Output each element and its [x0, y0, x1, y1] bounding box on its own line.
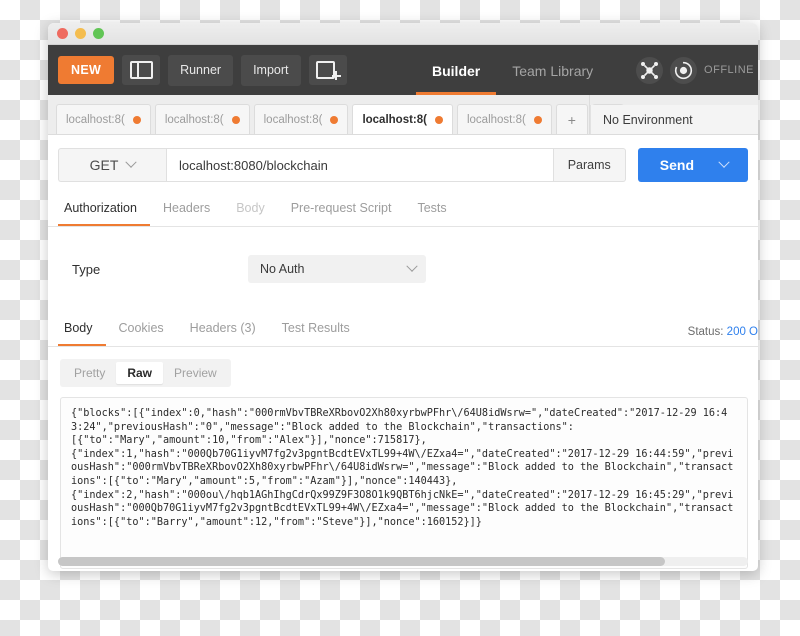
tab-tests[interactable]: Tests	[404, 193, 459, 226]
request-tab-2[interactable]: localhost:8(	[154, 104, 250, 134]
unsaved-dot-icon	[231, 115, 240, 124]
sidebar-icon	[129, 61, 153, 79]
horizontal-scrollbar[interactable]	[58, 557, 748, 566]
auth-type-select[interactable]: No Auth	[248, 255, 426, 283]
request-tab-1[interactable]: localhost:8(	[56, 104, 151, 134]
close-window-button[interactable]	[57, 28, 68, 39]
status-code-value: 200 O	[726, 326, 758, 338]
response-tabs: Body Cookies Headers (3) Test Results St…	[48, 313, 758, 347]
request-detail-tabs: Authorization Headers Body Pre-request S…	[48, 193, 758, 227]
tab-body[interactable]: Body	[223, 193, 278, 226]
unsaved-dot-icon	[533, 115, 542, 124]
request-tab-4[interactable]: localhost:8(	[352, 104, 453, 134]
app-window: NEW Runner Import Builder Team Library O…	[48, 23, 758, 571]
add-tab-button[interactable]: +	[555, 104, 588, 134]
request-tab-5[interactable]: localhost:8(	[456, 104, 552, 134]
send-button-label: Send	[659, 157, 694, 173]
sync-icon[interactable]	[670, 56, 698, 84]
request-tab-label: localhost:8(	[66, 113, 125, 126]
response-format-switch: Pretty Raw Preview	[60, 359, 231, 387]
window-titlebar	[48, 23, 758, 45]
request-tab-label: localhost:8(	[263, 113, 323, 126]
response-tab-test-results[interactable]: Test Results	[269, 313, 363, 346]
response-tab-body[interactable]: Body	[58, 313, 106, 346]
response-body-text: {"blocks":[{"index":0,"hash":"000rmVbvTB…	[71, 408, 734, 528]
format-raw[interactable]: Raw	[116, 362, 164, 384]
offline-status-label: OFFLINE	[704, 64, 754, 76]
new-window-icon	[315, 61, 341, 80]
chevron-down-icon	[125, 156, 138, 168]
new-window-button[interactable]	[308, 55, 347, 85]
auth-type-row: Type No Auth	[48, 227, 758, 283]
auth-type-value: No Auth	[260, 262, 305, 276]
chevron-down-icon	[718, 156, 730, 168]
unsaved-dot-icon	[132, 115, 141, 124]
chevron-down-icon	[406, 260, 418, 272]
nav-tab-team-library[interactable]: Team Library	[496, 63, 609, 95]
new-button[interactable]: NEW	[58, 56, 115, 84]
scan-icon[interactable]	[636, 56, 664, 84]
request-tab-label: localhost:8(	[164, 113, 224, 126]
url-bar: GET localhost:8080/blockchain Params Sen…	[48, 135, 758, 182]
status-label: Status:	[687, 326, 724, 338]
request-tab-label: localhost:8(	[466, 113, 526, 126]
format-preview[interactable]: Preview	[163, 362, 228, 384]
maximize-window-button[interactable]	[93, 28, 104, 39]
http-method-value: GET	[89, 157, 119, 173]
response-tab-headers[interactable]: Headers (3)	[177, 313, 269, 346]
request-tab-label: localhost:8(	[362, 113, 427, 126]
format-pretty[interactable]: Pretty	[63, 362, 116, 384]
response-format-row: Pretty Raw Preview	[48, 347, 758, 387]
tab-headers[interactable]: Headers	[150, 193, 223, 226]
main-nav-tabs: Builder Team Library	[416, 45, 609, 95]
response-tab-cookies[interactable]: Cookies	[106, 313, 177, 346]
minimize-window-button[interactable]	[75, 28, 86, 39]
import-button[interactable]: Import	[241, 54, 301, 86]
http-method-select[interactable]: GET	[58, 148, 166, 182]
tab-authorization[interactable]: Authorization	[58, 193, 150, 226]
url-input[interactable]: localhost:8080/blockchain	[166, 148, 554, 182]
environment-selector[interactable]: No Environment	[590, 105, 758, 134]
app-toolbar: NEW Runner Import Builder Team Library O…	[48, 45, 758, 95]
request-tab-strip: localhost:8( localhost:8( localhost:8( l…	[48, 95, 758, 135]
horizontal-scrollbar-thumb[interactable]	[58, 557, 666, 566]
send-button[interactable]: Send	[637, 148, 748, 182]
request-tab-3[interactable]: localhost:8(	[253, 104, 349, 134]
unsaved-dot-icon	[330, 115, 339, 124]
response-body-panel[interactable]: {"blocks":[{"index":0,"hash":"000rmVbvTB…	[60, 397, 748, 569]
runner-button[interactable]: Runner	[168, 54, 234, 86]
auth-type-label: Type	[72, 261, 101, 277]
toolbar-right-group: OFFLINE	[629, 45, 758, 95]
params-button[interactable]: Params	[553, 148, 626, 182]
unsaved-dot-icon	[434, 115, 443, 124]
tab-pre-request-script[interactable]: Pre-request Script	[278, 193, 405, 226]
response-status: Status: 200 O	[688, 326, 758, 338]
nav-tab-builder[interactable]: Builder	[416, 63, 497, 95]
sidebar-toggle-button[interactable]	[122, 55, 161, 85]
